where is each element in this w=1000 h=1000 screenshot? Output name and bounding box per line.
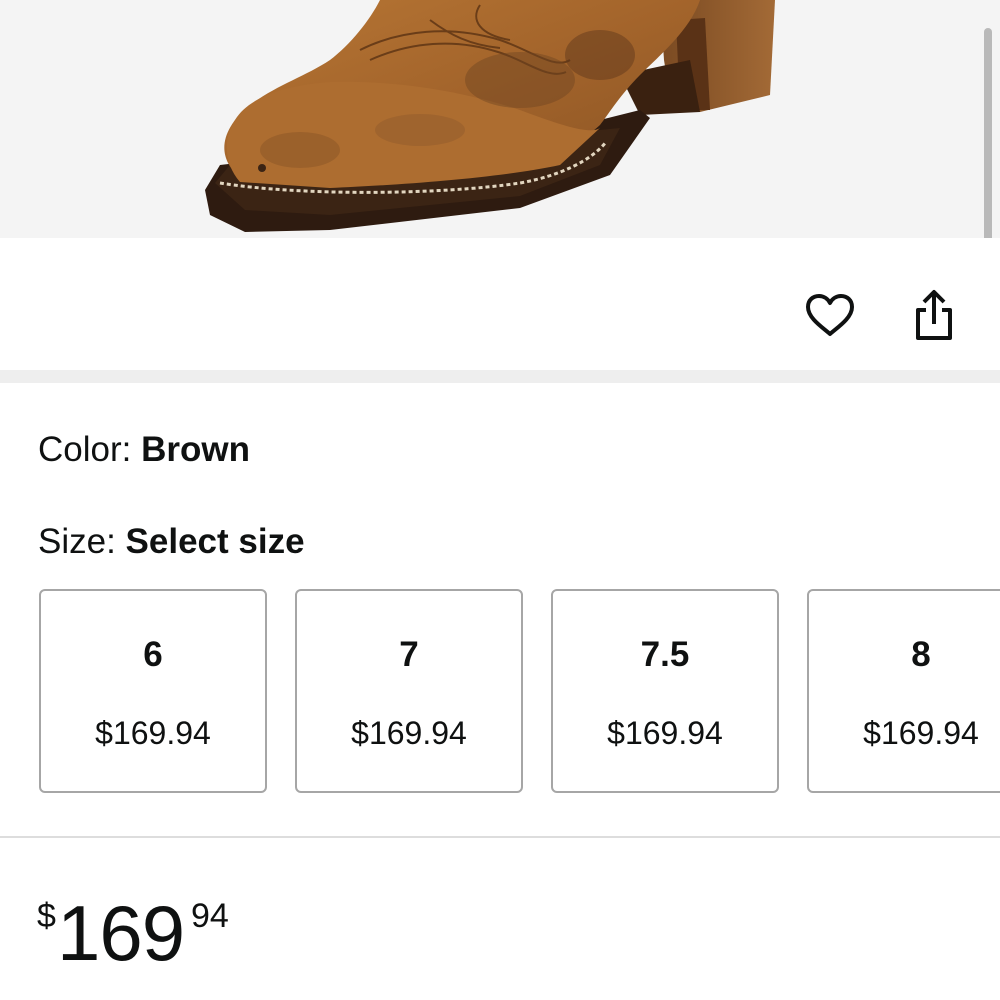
- product-image[interactable]: [0, 0, 1000, 238]
- size-option-size: 8: [911, 635, 931, 674]
- color-key: Color:: [38, 430, 142, 469]
- size-option-price: $169.94: [95, 715, 211, 751]
- heart-icon[interactable]: [802, 288, 858, 344]
- size-option-price: $169.94: [351, 715, 467, 751]
- color-label: Color: Brown: [38, 430, 250, 470]
- size-option-7-5[interactable]: 7.5 $169.94: [551, 589, 779, 793]
- size-option-size: 6: [143, 635, 163, 674]
- size-option-size: 7.5: [640, 635, 690, 674]
- color-value: Brown: [141, 430, 250, 469]
- price-fraction: 94: [191, 897, 229, 935]
- product-page: Color: Brown Size: Select size 6 $169.94…: [0, 0, 1000, 1000]
- section-divider: [0, 370, 1000, 383]
- price-whole: 169: [57, 889, 185, 977]
- size-option-price: $169.94: [607, 715, 723, 751]
- size-option-6[interactable]: 6 $169.94: [39, 589, 267, 793]
- action-row: [0, 238, 1000, 370]
- price-divider: [0, 836, 1000, 838]
- share-icon[interactable]: [906, 288, 962, 344]
- size-value: Select size: [125, 522, 305, 561]
- size-option-size: 7: [399, 635, 419, 674]
- size-label: Size: Select size: [38, 522, 305, 562]
- size-key: Size:: [38, 522, 126, 561]
- size-option-7[interactable]: 7 $169.94: [295, 589, 523, 793]
- boot-illustration: [205, 0, 775, 232]
- size-option-price: $169.94: [863, 715, 979, 751]
- price-symbol: $: [37, 897, 56, 935]
- size-selector: 6 $169.94 7 $169.94 7.5 $169.94 8 $169.9…: [39, 589, 1000, 797]
- size-option-8[interactable]: 8 $169.94: [807, 589, 1000, 793]
